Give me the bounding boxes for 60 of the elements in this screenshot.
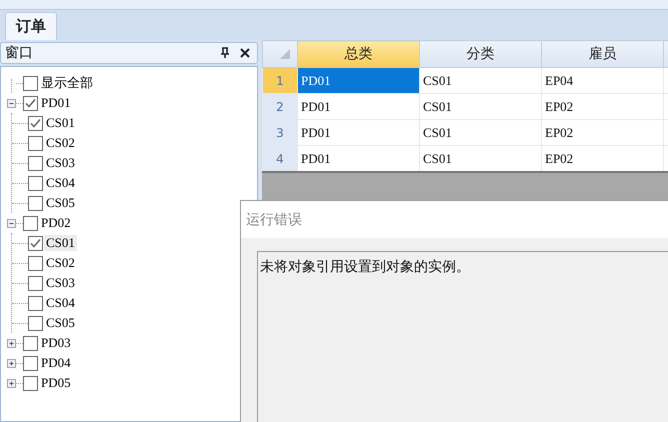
table-cell: EP02 [542, 94, 664, 120]
tree-item-label[interactable]: PD02 [39, 215, 73, 231]
pin-icon[interactable] [219, 47, 231, 59]
close-icon[interactable] [239, 47, 251, 59]
tree-item-label[interactable]: CS05 [44, 315, 77, 331]
checkbox[interactable] [28, 236, 43, 250]
checkbox[interactable] [23, 336, 38, 350]
table-cell: CS01 [420, 94, 542, 120]
triangle-icon [279, 48, 291, 60]
tree-item-label[interactable]: PD01 [39, 95, 73, 111]
tree-item-label[interactable]: CS02 [44, 135, 77, 151]
checkbox[interactable] [23, 376, 38, 390]
checkbox[interactable] [28, 256, 43, 270]
checkbox[interactable] [23, 76, 38, 90]
tab[interactable]: 订单 [5, 12, 57, 40]
table-cell: EP04 [542, 68, 664, 94]
checkbox[interactable] [23, 356, 38, 370]
checkbox[interactable] [28, 196, 43, 210]
dialog-title: 运行错误 [241, 201, 668, 238]
tree-item-label[interactable]: PD05 [39, 375, 73, 391]
table-cell: CS01 [420, 120, 542, 146]
checkbox[interactable] [28, 176, 43, 190]
row-header[interactable]: 4 [262, 146, 298, 172]
column-header[interactable]: 总类 [298, 40, 420, 68]
row-header[interactable]: 2 [262, 94, 298, 120]
tree-item-label[interactable]: CS01 [44, 115, 77, 131]
checkbox[interactable] [28, 276, 43, 290]
checkbox[interactable] [23, 96, 38, 110]
table-cell: PD01 [298, 68, 420, 94]
tree-item-label[interactable]: CS04 [44, 295, 77, 311]
table-cell: PD01 [298, 120, 420, 146]
checkbox[interactable] [28, 156, 43, 170]
panel-title: 窗口 [5, 44, 34, 62]
expand-icon[interactable] [7, 378, 16, 388]
checkbox[interactable] [28, 296, 43, 310]
tree-item-label[interactable]: CS03 [44, 155, 77, 171]
expand-icon[interactable] [7, 338, 16, 348]
tree-item-label[interactable]: CS05 [44, 195, 77, 211]
expand-icon[interactable] [7, 358, 16, 368]
tree-item-label[interactable]: CS01 [44, 235, 77, 251]
tree-item-label[interactable]: CS03 [44, 275, 77, 291]
collapse-icon[interactable] [7, 218, 16, 228]
row-header[interactable]: 3 [262, 120, 298, 146]
checkbox[interactable] [28, 136, 43, 150]
collapse-icon[interactable] [7, 98, 16, 108]
error-message-field[interactable]: 未将对象引用设置到对象的实例。 [257, 251, 668, 422]
tree-item-label[interactable]: CS02 [44, 255, 77, 271]
tree-item-label[interactable]: CS04 [44, 175, 77, 191]
tree-item-label[interactable]: PD03 [39, 335, 73, 351]
corner-cell[interactable] [262, 40, 298, 68]
table-cell: PD01 [298, 94, 420, 120]
checkbox[interactable] [28, 316, 43, 330]
checkbox[interactable] [28, 116, 43, 130]
tree-item-label[interactable]: 显示全部 [39, 74, 95, 92]
table-cell: CS01 [420, 68, 542, 94]
column-header[interactable]: 雇员 [542, 40, 664, 68]
tree-item-label[interactable]: PD04 [39, 355, 73, 371]
checkbox[interactable] [23, 216, 38, 230]
table-cell: EP02 [542, 120, 664, 146]
column-header[interactable]: 分类 [420, 40, 542, 68]
